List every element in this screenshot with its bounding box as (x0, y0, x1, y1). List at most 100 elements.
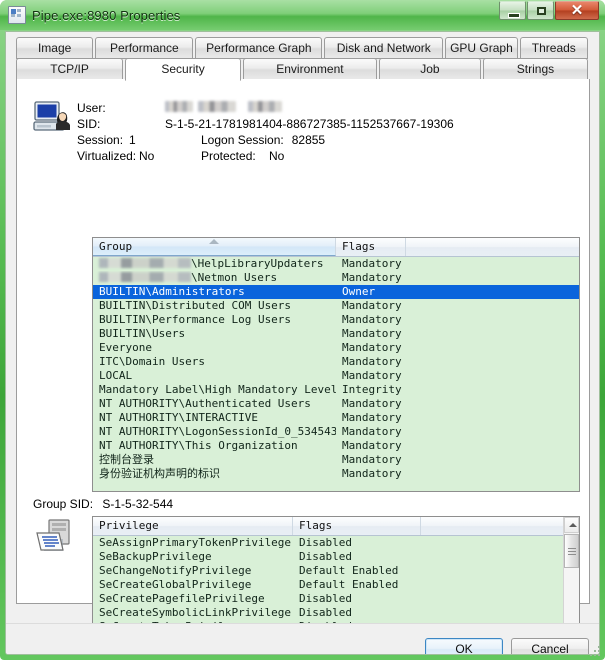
grip-icon (568, 548, 576, 549)
column-header-group[interactable]: Group (93, 238, 336, 256)
tab-performance[interactable]: Performance (95, 37, 194, 59)
group-name-cell: 控制台登录 (99, 453, 154, 466)
privilege-name-cell: SeChangeNotifyPrivilege (99, 564, 252, 577)
group-name-cell: NT AUTHORITY\Authenticated Users (99, 397, 311, 410)
window-title: Pipe.exe:8980 Properties (32, 7, 181, 23)
tab-gpu-graph[interactable]: GPU Graph (445, 37, 518, 59)
privilege-flags-cell: Default Enabled (299, 578, 399, 591)
group-name-cell: \HelpLibraryUpdaters (93, 257, 336, 271)
close-button[interactable]: ✕ (555, 1, 599, 20)
redacted-domain (99, 272, 191, 282)
chevron-up-icon (569, 523, 577, 527)
group-row[interactable]: BUILTIN\Performance Log Users Mandatory (93, 313, 579, 327)
group-flags-cell: Mandatory (342, 257, 402, 270)
group-name-cell: Everyone (99, 341, 152, 354)
column-header-privilege[interactable]: Privilege (93, 517, 293, 535)
group-name-cell: Mandatory Label\High Mandatory Level (99, 383, 336, 396)
group-name-cell: ITC\Domain Users (99, 355, 205, 368)
ok-button[interactable]: OK (425, 638, 503, 654)
privilege-name-cell: SeCreateGlobalPrivilege (99, 578, 252, 591)
privilege-row[interactable]: SeCreatePagefilePrivilege Disabled (93, 592, 579, 606)
resize-grip[interactable] (590, 646, 602, 658)
privilege-row[interactable]: SeCreateSymbolicLinkPrivilege Disabled (93, 606, 579, 620)
group-row[interactable]: 身份验证机构声明的标识 Mandatory (93, 467, 579, 481)
dialog-client-area: Image Performance Performance Graph Disk… (5, 31, 600, 655)
group-flags-cell: Mandatory (342, 453, 402, 466)
cancel-button[interactable]: Cancel (511, 638, 589, 654)
column-header-privilege-blank[interactable] (421, 517, 565, 535)
group-name-cell: BUILTIN\Performance Log Users (99, 313, 292, 326)
group-row[interactable]: BUILTIN\Distributed COM Users Mandatory (93, 299, 579, 313)
group-row[interactable]: NT AUTHORITY\Authenticated Users Mandator… (93, 397, 579, 411)
group-flags-cell: Mandatory (342, 355, 402, 368)
group-row[interactable]: \Netmon Users Mandatory (93, 271, 579, 285)
column-header-privilege-flags-label: Flags (299, 519, 333, 532)
group-row[interactable]: 控制台登录 Mandatory (93, 453, 579, 467)
tab-tcp-ip[interactable]: TCP/IP (16, 58, 124, 80)
group-name-text: \HelpLibraryUpdaters (191, 257, 324, 270)
tab-security[interactable]: Security (125, 58, 242, 81)
group-flags-cell: Mandatory (342, 271, 402, 284)
column-header-flags[interactable]: Flags (336, 238, 406, 256)
group-sid-label: Group SID: (33, 497, 94, 511)
column-header-flags-label: Flags (342, 240, 376, 253)
sid-line: SID: S-1-5-21-1781981404-886727385-11525… (77, 116, 577, 132)
title-bar[interactable]: Pipe.exe:8980 Properties ✕ (0, 0, 605, 30)
privilege-name-cell: SeCreateSymbolicLinkPrivilege (99, 606, 292, 619)
group-row[interactable]: \HelpLibraryUpdaters Mandatory (93, 257, 579, 271)
tab-job[interactable]: Job (378, 58, 481, 80)
group-name-text: \Netmon Users (191, 271, 278, 284)
tab-performance-graph[interactable]: Performance Graph (195, 37, 323, 59)
privilege-row[interactable]: SeCreateGlobalPrivilege Default Enabled (93, 578, 579, 592)
logon-session-label: Logon Session: (201, 133, 284, 147)
group-row[interactable]: LOCAL Mandatory (93, 369, 579, 383)
group-flags-cell: Mandatory (342, 327, 402, 340)
privilege-flags-cell: Disabled (299, 592, 352, 605)
group-list-header: Group Flags (93, 238, 579, 257)
group-row[interactable]: NT AUTHORITY\This Organization Mandatory (93, 439, 579, 453)
maximize-button[interactable] (527, 1, 554, 20)
group-name-cell: \Netmon Users (93, 271, 336, 285)
session-value: 1 (129, 133, 136, 147)
group-flags-cell: Mandatory (342, 369, 402, 382)
tab-image[interactable]: Image (16, 37, 94, 59)
sid-value: S-1-5-21-1781981404-886727385-1152537667… (165, 117, 454, 131)
user-line: User: (77, 100, 577, 116)
privilege-list-header: Privilege Flags (93, 517, 579, 536)
group-row[interactable]: BUILTIN\Users Mandatory (93, 327, 579, 341)
tab-row-2: TCP/IP Security Environment Job Strings (16, 58, 590, 81)
tab-threads[interactable]: Threads (519, 37, 588, 59)
maximize-icon (537, 7, 546, 15)
group-row[interactable]: ITC\Domain Users Mandatory (93, 355, 579, 369)
group-list-view[interactable]: Group Flags \HelpLibraryUpdaters Mandator… (92, 237, 580, 492)
user-value-redacted-c (248, 101, 282, 112)
tab-disk-and-network[interactable]: Disk and Network (324, 37, 444, 59)
group-name-cell: 身份验证机构声明的标识 (99, 467, 220, 480)
group-flags-cell: Owner (342, 285, 376, 298)
group-row[interactable]: BUILTIN\Administrators Owner (93, 285, 579, 299)
group-row[interactable]: Everyone Mandatory (93, 341, 579, 355)
group-row[interactable]: Mandatory Label\High Mandatory Level Inte… (93, 383, 579, 397)
window-controls: ✕ (499, 1, 599, 20)
privileges-document-icon (36, 519, 70, 551)
group-row[interactable]: NT AUTHORITY\LogonSessionId_0_534543 Mand… (93, 425, 579, 439)
scroll-up-button[interactable] (564, 517, 579, 533)
privilege-row[interactable]: SeChangeNotifyPrivilege Default Enabled (93, 564, 579, 578)
tab-environment[interactable]: Environment (243, 58, 377, 80)
tab-strings[interactable]: Strings (482, 58, 588, 80)
privilege-row[interactable]: SeBackupPrivilege Disabled (93, 550, 579, 564)
scrollbar-thumb[interactable] (564, 534, 579, 568)
session-label: Session: (77, 133, 124, 147)
group-row[interactable]: NT AUTHORITY\INTERACTIVE Mandatory (93, 411, 579, 425)
column-header-privilege-flags[interactable]: Flags (293, 517, 421, 535)
group-flags-cell: Mandatory (342, 299, 402, 312)
group-name-cell: NT AUTHORITY\This Organization (99, 439, 298, 452)
privilege-row[interactable]: SeAssignPrimaryTokenPrivilege Disabled (93, 536, 579, 550)
minimize-button[interactable] (499, 1, 526, 20)
group-name-cell: BUILTIN\Distributed COM Users (99, 299, 292, 312)
token-info-block: User: SID: S-1-5-21-1781981404-886727385… (77, 100, 577, 164)
tab-row-1: Image Performance Performance Graph Disk… (16, 37, 590, 59)
column-header-blank[interactable] (406, 238, 579, 256)
group-name-cell: BUILTIN\Users (99, 327, 186, 340)
column-header-group-label: Group (99, 240, 133, 253)
